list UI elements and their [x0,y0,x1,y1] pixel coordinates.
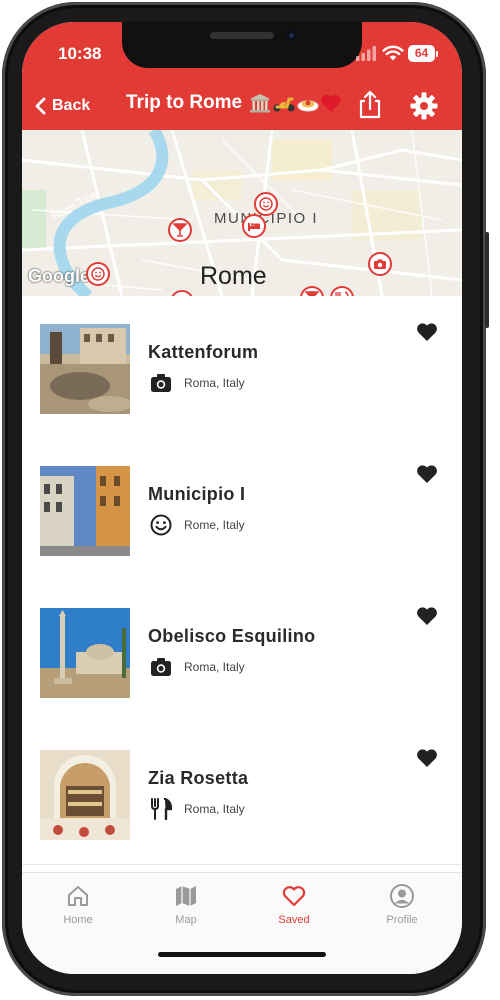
front-camera [286,30,297,41]
fork-knife-icon [151,798,172,820]
place-name: Obelisco Esquilino [148,626,316,646]
place-location: Roma, Italy [184,376,245,390]
profile-icon [390,884,414,908]
temple-icon [250,93,271,113]
map-pin-cocktail[interactable] [168,218,192,242]
list-item[interactable]: Zia Rosetta Roma, Italy [22,722,462,865]
map-pin-bed[interactable] [242,214,266,238]
scooter-icon [273,97,296,112]
home-icon [68,886,88,906]
wifi-icon [382,45,404,61]
smiley-icon [150,514,172,536]
heart-icon[interactable] [416,748,438,768]
list-item[interactable]: Municipio I Rome, Italy [22,438,462,581]
camera-icon [374,259,386,269]
share-icon [359,90,381,119]
signal-icon [356,46,376,61]
place-name: Kattenforum [148,342,259,362]
map-pin-smiley[interactable] [254,192,278,216]
map-icon [176,886,196,906]
speaker [210,32,274,39]
tab-profile-label: Profile [386,914,418,926]
place-thumbnail [40,324,130,414]
heart-icon[interactable] [416,322,438,342]
place-thumbnail [40,608,130,698]
tab-profile[interactable]: Profile [362,883,442,933]
place-location: Rome, Italy [184,518,245,532]
saved-places-list: Kattenforum Roma, Italy Municipio I Rome… [22,296,462,888]
google-attribution: Google [28,266,90,286]
pasta-icon [297,100,319,112]
page-title-text: Trip to Rome [126,92,243,113]
power-button [485,232,489,328]
chevron-left-icon [35,97,46,115]
place-name: Municipio I [148,484,246,504]
app-header: 10:38 64 Back Trip to Rome [22,22,462,130]
share-button[interactable] [356,90,384,120]
battery-tip [436,51,438,57]
tab-map[interactable]: Map [146,883,226,933]
heart-icon[interactable] [416,606,438,626]
map-pin-camera[interactable] [368,252,392,276]
map-view[interactable]: River Tiber MUNICIPIO I Rome Google [22,130,462,296]
heart-icon[interactable] [416,464,438,484]
back-button[interactable]: Back [34,94,90,118]
title-emojis [249,93,342,113]
place-location: Roma, Italy [184,660,245,674]
gear-icon [410,92,438,120]
bed-icon [248,223,260,231]
smiley-icon [259,197,273,211]
tab-home-label: Home [63,914,93,926]
place-location: Roma, Italy [184,802,245,816]
battery-icon: 64 [408,45,435,62]
map-pin-smiley[interactable] [86,262,110,286]
tab-saved[interactable]: Saved [254,883,334,933]
app-screen: 10:38 64 Back Trip to Rome River Tiber M… [22,22,462,974]
notch [122,22,362,68]
red-heart-icon [321,94,342,112]
tab-map-label: Map [175,914,197,926]
settings-button[interactable] [410,92,438,120]
home-indicator[interactable] [158,952,326,957]
camera-icon [151,374,171,392]
status-time: 10:38 [58,44,102,63]
status-icons: 64 [356,44,442,64]
list-item[interactable]: Obelisco Esquilino Roma, Italy [22,580,462,723]
smiley-icon [91,267,105,281]
place-name: Zia Rosetta [148,768,249,788]
page-title: Trip to Rome [126,92,342,114]
place-thumbnail [40,466,130,556]
place-thumbnail [40,750,130,840]
heart-icon [282,886,306,907]
tab-saved-label: Saved [278,914,310,926]
map-city-label: Rome [200,262,267,290]
cocktail-icon [173,223,187,237]
camera-icon [151,658,171,676]
back-label: Back [52,97,91,114]
list-item[interactable]: Kattenforum Roma, Italy [22,296,462,439]
tab-bar: Home Map Saved Profile [22,872,462,974]
tab-home[interactable]: Home [38,883,118,933]
